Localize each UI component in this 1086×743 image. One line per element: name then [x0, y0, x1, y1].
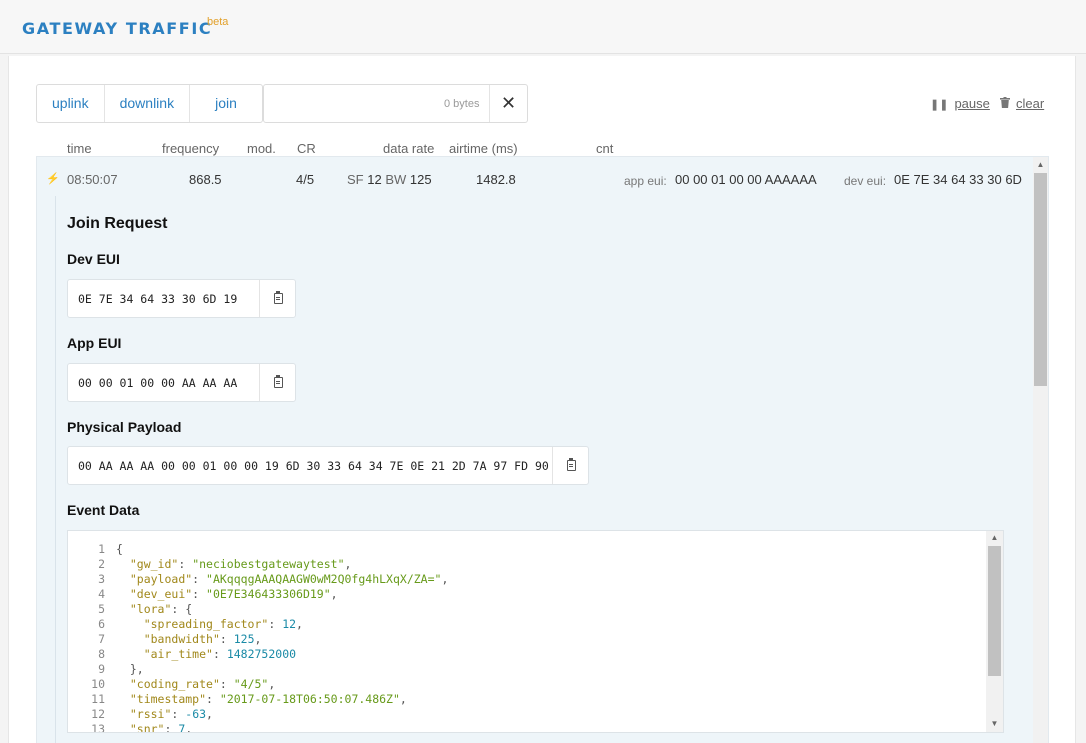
column-header-frequency[interactable]: frequency: [162, 141, 219, 156]
column-header-cnt[interactable]: cnt: [596, 141, 613, 156]
code-text: },: [116, 662, 144, 676]
code-text: "coding_rate": "4/5",: [129, 677, 276, 691]
close-icon: ✕: [500, 93, 517, 113]
page-title: GATEWAY TRAFFIC: [22, 19, 213, 38]
row-dev-eui: 0E 7E 34 64 33 30 6D: [894, 172, 1022, 187]
row-frequency: 868.5: [189, 172, 222, 187]
code-text: "bandwidth": 125,: [143, 632, 262, 646]
line-number: 5: [98, 602, 105, 616]
line-number: 12: [91, 707, 105, 721]
code-text: "air_time": 1482752000: [143, 647, 297, 661]
bw-value: 125: [409, 172, 432, 187]
column-header-cr[interactable]: CR: [297, 141, 316, 156]
pause-label: pause: [954, 96, 990, 111]
event-data-editor[interactable]: 1 {2 "gw_id": "neciobestgatewaytest", 3 "p…: [67, 530, 1004, 733]
beta-badge: beta: [207, 16, 229, 28]
pause-button[interactable]: ❚❚ pause: [930, 96, 990, 111]
line-number: 9: [98, 662, 105, 676]
event-data-heading: Event Data: [67, 502, 140, 518]
payload-field: 00 AA AA AA 00 00 01 00 00 19 6D 30 33 6…: [67, 446, 589, 485]
line-number: 4: [98, 587, 105, 601]
column-header-data-rate[interactable]: data rate: [383, 141, 434, 156]
code-text: "timestamp": "2017-07-18T06:50:07.486Z",: [129, 692, 407, 706]
code-text: "spreading_factor": 12,: [143, 617, 303, 631]
line-number: 3: [98, 572, 105, 586]
line-number: 7: [98, 632, 105, 646]
copy-dev-eui-button[interactable]: [260, 280, 296, 317]
bolt-icon: ⚡: [46, 173, 60, 185]
clipboard-icon: [273, 375, 283, 388]
clear-filter-button[interactable]: ✕: [490, 85, 527, 122]
row-airtime: 1482.8: [476, 172, 516, 187]
editor-scrollbar-thumb[interactable]: [988, 546, 1001, 676]
clipboard-icon: [566, 458, 576, 471]
code-text: "dev_eui": "0E7E346433306D19",: [129, 587, 338, 601]
code-text: "gw_id": "neciobestgatewaytest",: [129, 557, 352, 571]
row-data-rate: SF 12 BW 125: [347, 172, 432, 187]
app-eui-value[interactable]: 00 00 01 00 00 AA AA AA: [78, 376, 237, 390]
sf-value: 12: [367, 172, 382, 187]
row-time: 08:50:07: [67, 172, 118, 187]
column-header-airtime[interactable]: airtime (ms): [449, 141, 518, 156]
row-app-eui: 00 00 01 00 00 AAAAAA: [675, 172, 817, 187]
app-eui-field: 00 00 01 00 00 AA AA AA: [67, 363, 296, 402]
row-app-eui-label: app eui:: [624, 174, 667, 188]
filter-join-button[interactable]: join: [190, 85, 262, 122]
column-header-mod[interactable]: mod.: [247, 141, 276, 156]
line-number: 11: [91, 692, 105, 706]
dev-eui-value[interactable]: 0E 7E 34 64 33 30 6D 19: [78, 292, 237, 306]
column-header-time[interactable]: time: [67, 141, 92, 156]
app-eui-heading: App EUI: [67, 335, 122, 351]
copy-payload-button[interactable]: [553, 447, 589, 484]
divider: [55, 196, 56, 743]
line-number: 13: [91, 722, 105, 733]
bytes-filter-input[interactable]: 0 bytes ✕: [263, 84, 528, 123]
copy-app-eui-button[interactable]: [260, 364, 296, 401]
line-number: 1: [98, 542, 105, 556]
scroll-up-icon[interactable]: ▲: [986, 533, 1003, 542]
code-text: {: [116, 542, 123, 556]
line-number: 6: [98, 617, 105, 631]
page-header: GATEWAY TRAFFIC beta: [0, 0, 1086, 54]
scroll-down-icon[interactable]: ▼: [986, 719, 1003, 728]
payload-heading: Physical Payload: [67, 419, 182, 435]
payload-value[interactable]: 00 AA AA AA 00 00 01 00 00 19 6D 30 33 6…: [78, 459, 549, 473]
bw-label: BW: [385, 172, 407, 187]
line-number: 2: [98, 557, 105, 571]
bytes-filter-placeholder: 0 bytes: [444, 98, 480, 110]
filter-uplink-button[interactable]: uplink: [37, 85, 105, 122]
line-number: 10: [91, 677, 105, 691]
dev-eui-field: 0E 7E 34 64 33 30 6D 19: [67, 279, 296, 318]
scroll-up-icon[interactable]: ▲: [1033, 160, 1048, 169]
detail-title: Join Request: [67, 215, 168, 232]
sf-label: SF: [347, 172, 364, 187]
trash-icon: [1000, 97, 1010, 111]
pause-icon: ❚❚: [930, 99, 949, 111]
code-text: "lora": {: [129, 602, 193, 616]
code-text: "payload": "AKqqqgAAAQAAGW0wM2Q0fg4hLXqX…: [129, 572, 449, 586]
line-number: 8: [98, 647, 105, 661]
row-cr: 4/5: [296, 172, 315, 187]
filter-downlink-button[interactable]: downlink: [105, 85, 191, 122]
dev-eui-heading: Dev EUI: [67, 251, 120, 267]
clear-button[interactable]: clear: [1000, 96, 1044, 111]
row-dev-eui-label: dev eui:: [844, 174, 887, 188]
detail-scrollbar-thumb[interactable]: [1034, 173, 1047, 386]
clear-label: clear: [1016, 96, 1045, 111]
code-text: "rssi": -63,: [129, 707, 213, 721]
clipboard-icon: [273, 291, 283, 304]
code-text: "snr": 7,: [129, 722, 193, 733]
filter-button-group: uplink downlink join: [36, 84, 263, 123]
